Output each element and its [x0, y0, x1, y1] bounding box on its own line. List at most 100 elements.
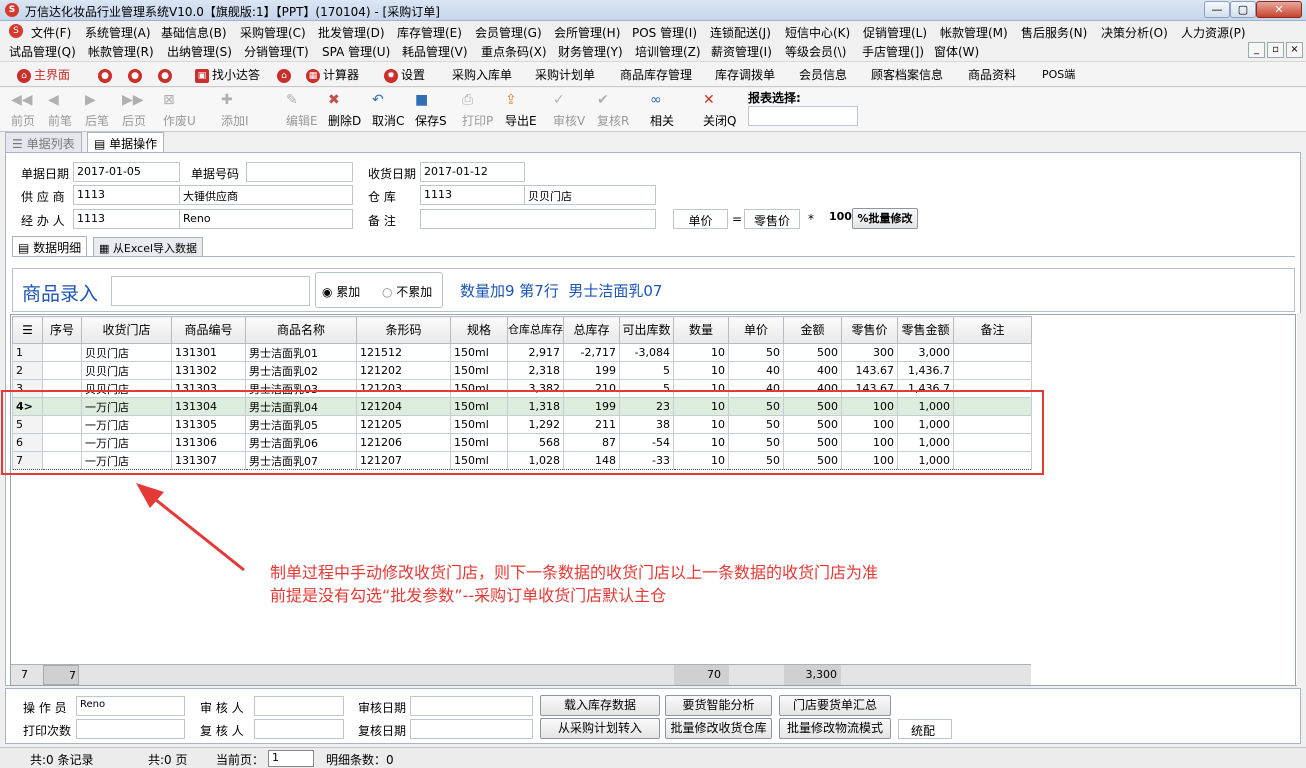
menu-wholesale[interactable]: 批发管理(D) [318, 24, 385, 41]
quick-house[interactable]: ⌂ [277, 66, 294, 84]
tab-detail[interactable]: ▤ 数据明细 [12, 236, 88, 256]
code-cell[interactable]: 131301 [171, 343, 246, 362]
quick-icon-3[interactable]: ● [158, 66, 175, 84]
retail-price-cell[interactable]: 300 [841, 343, 898, 362]
remark-cell[interactable] [953, 361, 1032, 380]
quick-customer[interactable]: 顾客档案信息 [871, 66, 943, 84]
menu-sms[interactable]: 短信中心(K) [785, 24, 850, 41]
accumulate-radio[interactable]: ◉ 累加 [322, 283, 360, 300]
batch-warehouse-button[interactable]: 批量修改收货仓库 [665, 718, 772, 739]
total-stock-cell[interactable]: -2,717 [563, 343, 620, 362]
export-button[interactable]: ⇪ 导出E [505, 91, 537, 128]
remark-field[interactable] [420, 209, 656, 229]
qty-cell[interactable]: 10 [673, 361, 729, 380]
logistics-mode-field[interactable]: 统配 [898, 719, 952, 739]
price-cell[interactable]: 40 [728, 361, 784, 380]
print-button[interactable]: ⎙ 打印P [462, 91, 493, 128]
col-header-remark[interactable]: 备注 [953, 316, 1032, 344]
seq-cell[interactable] [42, 343, 82, 362]
store-cell[interactable]: 贝贝门店 [81, 343, 172, 362]
name-cell[interactable]: 男士洁面乳02 [245, 361, 357, 380]
table-row[interactable]: 1 贝贝门店 131301 男士洁面乳01 121512 150ml 2,917 -2,717… [12, 343, 1032, 362]
report-select-input[interactable] [748, 106, 858, 126]
recv-date-field[interactable]: 2017-01-12 [420, 162, 525, 182]
last-page-button[interactable]: ▶▶ 后页 [122, 91, 146, 128]
menu-store[interactable]: 手店管理(]) [862, 43, 924, 60]
total-stock-cell[interactable]: 199 [563, 361, 620, 380]
available-cell[interactable]: -3,084 [619, 343, 674, 362]
menu-finance[interactable]: 财务管理(Y) [558, 43, 623, 60]
col-header-code[interactable]: 商品编号 [171, 316, 246, 344]
col-header-spec[interactable]: 规格 [450, 316, 508, 344]
quick-purchase-plan[interactable]: 采购计划单 [535, 66, 595, 84]
load-stock-button[interactable]: 载入库存数据 [540, 695, 660, 716]
close-button[interactable]: ✕ [1256, 1, 1302, 18]
add-button[interactable]: ✚ 添加I [221, 91, 249, 128]
store-summary-button[interactable]: 门店要货单汇总 [779, 695, 891, 716]
menu-decision[interactable]: 决策分析(O) [1101, 24, 1168, 41]
retail-price-cell[interactable]: 143.67 [841, 361, 898, 380]
percent-value[interactable]: 100 [829, 210, 852, 223]
col-header-barcode[interactable]: 条形码 [356, 316, 451, 344]
mdi-close-button[interactable]: × [1286, 42, 1303, 58]
col-header-name[interactable]: 商品名称 [245, 316, 357, 344]
prev-record-button[interactable]: ◀ 前笔 [48, 91, 72, 128]
store-cell[interactable]: 贝贝门店 [81, 361, 172, 380]
quick-calculator[interactable]: ▦ 计算器 [306, 66, 359, 84]
available-cell[interactable]: 5 [619, 361, 674, 380]
menu-chain[interactable]: 连锁配送(J) [710, 24, 771, 41]
wh-stock-cell[interactable]: 2,917 [507, 343, 564, 362]
menu-aftersale[interactable]: 售后服务(N) [1021, 24, 1087, 41]
quick-icon-2[interactable]: ● [128, 66, 145, 84]
col-header-price[interactable]: 单价 [728, 316, 784, 344]
col-header-wh-stock[interactable]: 仓库总库存 [507, 316, 564, 344]
menu-hr[interactable]: 人力资源(P) [1181, 24, 1246, 41]
menu-file[interactable]: 文件(F) [31, 24, 71, 41]
mdi-minimize-button[interactable]: _ [1248, 42, 1265, 58]
quick-home[interactable]: ⌂ 主界面 [17, 66, 70, 84]
price-cell[interactable]: 50 [728, 343, 784, 362]
batch-modify-button[interactable]: %批量修改 [852, 208, 918, 229]
save-button[interactable]: ■ 保存S [415, 91, 447, 128]
col-header-total-stock[interactable]: 总库存 [563, 316, 620, 344]
retail-price-select[interactable]: 零售价 [744, 209, 800, 229]
menu-consumables[interactable]: 耗品管理(V) [402, 43, 468, 60]
grid-scrollbar[interactable] [1297, 313, 1302, 686]
menu-accounts2[interactable]: 帐款管理(R) [88, 43, 154, 60]
wh-stock-cell[interactable]: 2,318 [507, 361, 564, 380]
col-header-retail-price[interactable]: 零售价 [841, 316, 898, 344]
cancel-button[interactable]: ↶ 取消C [372, 91, 404, 128]
review-button[interactable]: ✔ 复核R [597, 91, 629, 128]
quick-stock[interactable]: 商品库存管理 [620, 66, 692, 84]
amount-cell[interactable]: 400 [783, 361, 842, 380]
name-cell[interactable]: 男士洁面乳01 [245, 343, 357, 362]
restore-button[interactable]: ▢ [1230, 1, 1256, 18]
quick-product[interactable]: 商品资料 [968, 66, 1016, 84]
product-entry-input[interactable] [111, 276, 310, 306]
col-header-seq[interactable]: 序号 [42, 316, 82, 344]
retail-amount-cell[interactable]: 3,000 [897, 343, 954, 362]
app-menu-icon[interactable]: S [9, 24, 23, 38]
barcode-cell[interactable]: 121512 [356, 343, 451, 362]
qty-cell[interactable]: 10 [673, 343, 729, 362]
amount-cell[interactable]: 500 [783, 343, 842, 362]
quick-member[interactable]: 会员信息 [799, 66, 847, 84]
menu-window[interactable]: 窗体(W) [934, 43, 979, 60]
menu-system[interactable]: 系统管理(A) [85, 24, 151, 41]
row-header-corner[interactable]: ☰ [12, 316, 43, 344]
col-header-retail-amount[interactable]: 零售金额 [897, 316, 954, 344]
related-button[interactable]: ∞ 相关 [650, 91, 674, 128]
menu-level-member[interactable]: 等级会员(\) [785, 43, 846, 60]
quick-settings[interactable]: ✹ 设置 [384, 66, 425, 84]
col-header-amount[interactable]: 金额 [783, 316, 842, 344]
doc-date-field[interactable]: 2017-01-05 [73, 162, 180, 182]
retail-amount-cell[interactable]: 1,436.7 [897, 361, 954, 380]
menu-barcode[interactable]: 重点条码(X) [481, 43, 547, 60]
minimize-button[interactable]: — [1204, 1, 1230, 18]
barcode-cell[interactable]: 121202 [356, 361, 451, 380]
first-page-button[interactable]: ◀◀ 前页 [11, 91, 35, 128]
void-button[interactable]: ⊠ 作废U [163, 91, 196, 128]
remark-cell[interactable] [953, 343, 1032, 362]
menu-member[interactable]: 会员管理(G) [475, 24, 542, 41]
col-header-store[interactable]: 收货门店 [81, 316, 172, 344]
